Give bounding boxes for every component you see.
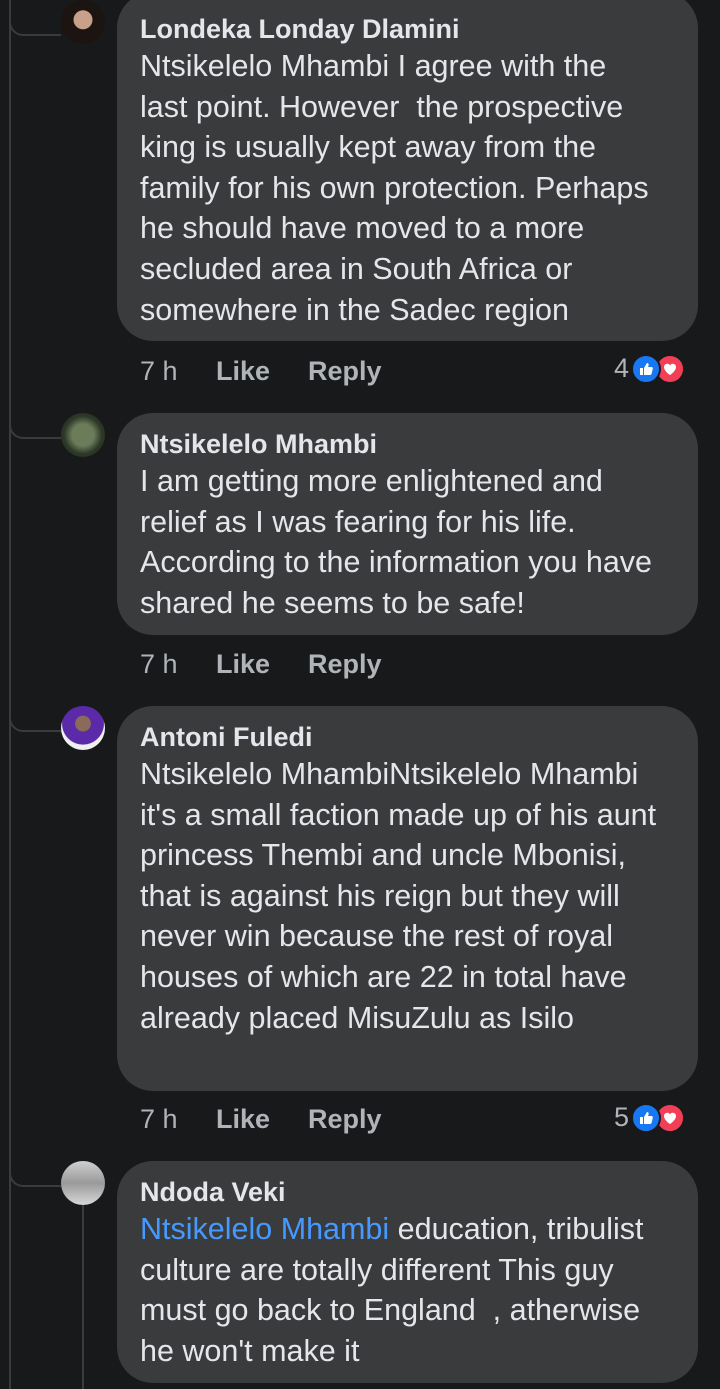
- comment-author[interactable]: Antoni Fuledi: [140, 720, 676, 754]
- thread-branch: [9, 411, 61, 439]
- thread-branch: [9, 8, 61, 36]
- like-button[interactable]: Like: [216, 356, 270, 387]
- comment-time[interactable]: 7 h: [140, 649, 178, 680]
- like-reaction-icon: [631, 1102, 662, 1133]
- like-reaction-icon: [631, 353, 662, 384]
- comment-text: I am getting more enlightened and relief…: [140, 464, 661, 620]
- comment-author[interactable]: Ntsikelelo Mhambi: [140, 427, 676, 461]
- reply-button[interactable]: Reply: [308, 649, 382, 680]
- comment-time[interactable]: 7 h: [140, 356, 178, 387]
- comment-time[interactable]: 7 h: [140, 1104, 178, 1135]
- avatar[interactable]: [61, 0, 105, 44]
- comment-author[interactable]: Londeka Londay Dlamini: [140, 12, 676, 46]
- comment-bubble: Antoni Fuledi Ntsikelelo MhambiNtsikelel…: [117, 706, 698, 1091]
- comment-author[interactable]: Ndoda Veki: [140, 1175, 676, 1209]
- comment-text: Ntsikelelo Mhambi education, tribulist c…: [140, 1209, 660, 1371]
- like-button[interactable]: Like: [216, 649, 270, 680]
- reply-button[interactable]: Reply: [308, 356, 382, 387]
- comment-text: Ntsikelelo Mhambi I agree with the last …: [140, 49, 658, 327]
- reaction-count: 4: [614, 353, 630, 383]
- avatar[interactable]: [61, 706, 105, 750]
- mention-link[interactable]: Ntsikelelo Mhambi: [140, 1212, 389, 1246]
- reply-thread-line: [82, 1205, 84, 1389]
- reply-button[interactable]: Reply: [308, 1104, 382, 1135]
- avatar[interactable]: [61, 1161, 105, 1205]
- comment-bubble: Ntsikelelo Mhambi I am getting more enli…: [117, 413, 698, 635]
- thread-branch: [9, 1159, 61, 1187]
- like-button[interactable]: Like: [216, 1104, 270, 1135]
- reaction-count: 5: [614, 1102, 630, 1132]
- avatar[interactable]: [61, 413, 105, 457]
- comment-bubble: Ndoda Veki Ntsikelelo Mhambi education, …: [117, 1161, 698, 1383]
- reactions-summary[interactable]: 4: [614, 353, 686, 384]
- comment-text: Ntsikelelo MhambiNtsikelelo Mhambi it's …: [140, 757, 665, 1035]
- reactions-summary[interactable]: 5: [614, 1102, 686, 1133]
- thread-branch: [9, 704, 61, 732]
- comment-bubble: Londeka Londay Dlamini Ntsikelelo Mhambi…: [117, 0, 698, 341]
